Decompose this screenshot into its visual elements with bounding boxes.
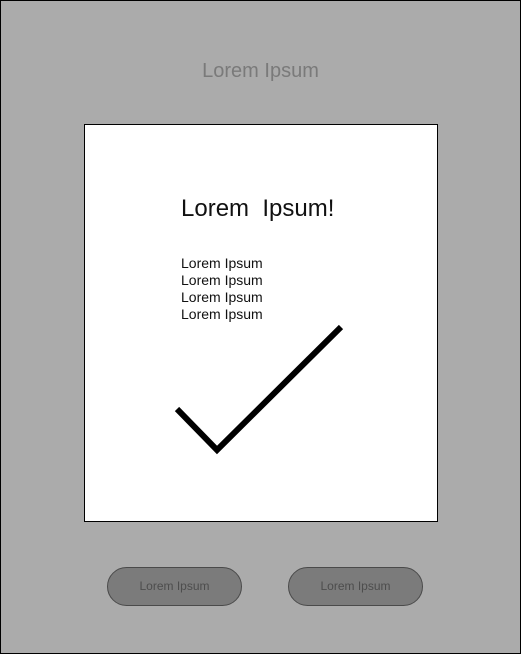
checkmark-icon [174,324,344,455]
success-card: Lorem Ipsum! Lorem Ipsum Lorem Ipsum Lor… [84,124,438,522]
left-button[interactable]: Lorem Ipsum [107,567,242,606]
page-title: Lorem Ipsum [202,60,319,82]
screen: Lorem Ipsum Lorem Ipsum! Lorem Ipsum Lor… [0,0,521,654]
right-button[interactable]: Lorem Ipsum [288,567,423,606]
